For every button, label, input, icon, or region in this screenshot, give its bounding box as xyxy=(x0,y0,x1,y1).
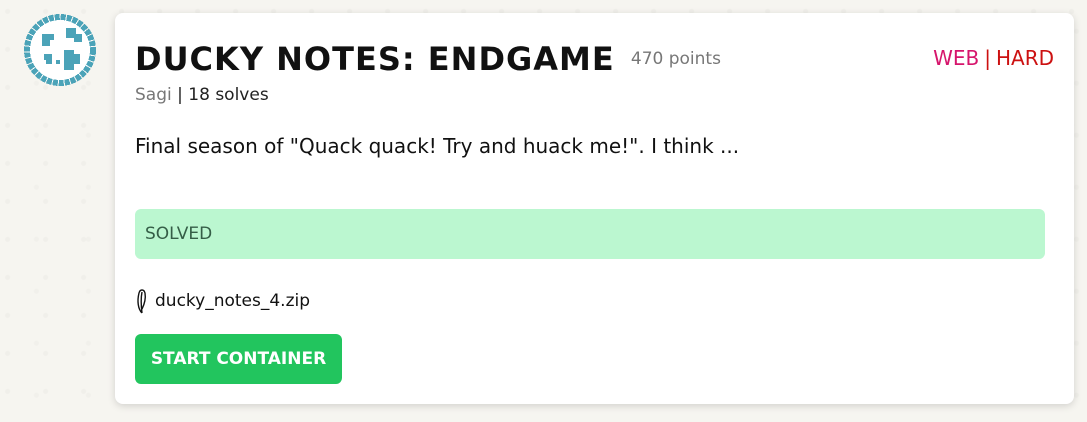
attachment-filename[interactable]: ducky_notes_4.zip xyxy=(155,291,310,311)
paperclip-icon xyxy=(137,289,146,314)
author-name: Sagi xyxy=(135,85,172,105)
solve-count: 18 solves xyxy=(188,85,269,105)
solved-status-banner: SOLVED xyxy=(135,209,1045,259)
attachment-link[interactable]: ducky_notes_4.zip xyxy=(135,287,310,315)
tag-separator: | xyxy=(984,46,991,70)
challenge-title: DUCKY NOTES: ENDGAME xyxy=(135,40,615,78)
challenge-title-row: DUCKY NOTES: ENDGAME 470 points xyxy=(135,39,721,79)
meta-separator: | xyxy=(177,85,183,105)
status-label: SOLVED xyxy=(145,224,213,244)
challenge-tags: WEB | HARD xyxy=(933,45,1054,71)
challenge-meta: Sagi | 18 solves xyxy=(135,85,269,105)
challenge-description: Final season of "Quack quack! Try and hu… xyxy=(135,134,740,158)
difficulty-tag: HARD xyxy=(995,46,1054,70)
challenge-points: 470 points xyxy=(630,49,721,69)
challenge-card: DUCKY NOTES: ENDGAME 470 points WEB | HARD… xyxy=(115,13,1074,404)
category-tag: WEB xyxy=(933,46,980,70)
globe-icon xyxy=(22,12,98,88)
start-container-button[interactable]: START CONTAINER xyxy=(135,334,342,384)
